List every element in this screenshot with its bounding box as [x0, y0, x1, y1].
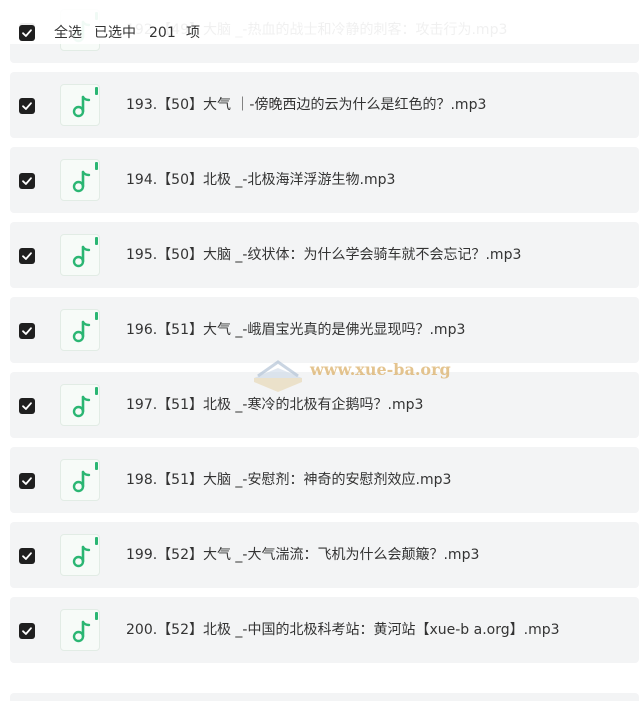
- music-file-icon: [60, 234, 100, 276]
- select-all-checkbox[interactable]: [19, 25, 35, 41]
- checkbox-checked-icon: [22, 102, 32, 110]
- music-file-icon: [60, 309, 100, 351]
- list-item[interactable]: 200.【52】北极 _-中国的北极科考站：黄河站【xue-b a.org】.m…: [10, 597, 639, 663]
- selected-suffix: 项: [186, 25, 200, 41]
- checkbox-checked-icon: [22, 177, 32, 185]
- file-name[interactable]: 193.【50】大气 ｜-傍晚西边的云为什么是红色的？.mp3: [126, 72, 486, 138]
- file-name[interactable]: 194.【50】北极 _-北极海洋浮游生物.mp3: [126, 147, 395, 213]
- selection-header: 全选 已选中 201 项: [0, 0, 639, 44]
- file-name[interactable]: 199.【52】大气 _-大气湍流：飞机为什么会颠簸？.mp3: [126, 522, 479, 588]
- music-file-icon: [60, 609, 100, 651]
- music-file-icon: [60, 459, 100, 501]
- selected-count: 201: [149, 25, 176, 41]
- file-name[interactable]: 197.【51】北极 _-寒冷的北极有企鹅吗？.mp3: [126, 372, 423, 438]
- file-checkbox[interactable]: [19, 623, 35, 639]
- music-file-icon: [60, 84, 100, 126]
- list-item-partial[interactable]: [10, 693, 639, 701]
- file-name[interactable]: 195.【50】大脑 _-纹状体：为什么学会骑车就不会忘记？.mp3: [126, 222, 521, 288]
- selected-prefix: 已选中: [94, 25, 136, 41]
- file-checkbox[interactable]: [19, 248, 35, 264]
- checkbox-checked-icon: [22, 477, 32, 485]
- file-checkbox[interactable]: [19, 173, 35, 189]
- select-all-label[interactable]: 全选: [54, 24, 82, 42]
- music-file-icon: [60, 384, 100, 426]
- list-item[interactable]: 193.【50】大气 ｜-傍晚西边的云为什么是红色的？.mp3: [10, 72, 639, 138]
- file-checkbox[interactable]: [19, 398, 35, 414]
- checkbox-checked-icon: [22, 29, 32, 37]
- checkbox-checked-icon: [22, 402, 32, 410]
- file-name[interactable]: 198.【51】大脑 _-安慰剂：神奇的安慰剂效应.mp3: [126, 447, 451, 513]
- list-item[interactable]: 194.【50】北极 _-北极海洋浮游生物.mp3: [10, 147, 639, 213]
- list-item[interactable]: 197.【51】北极 _-寒冷的北极有企鹅吗？.mp3: [10, 372, 639, 438]
- file-name[interactable]: 196.【51】大气 _-峨眉宝光真的是佛光显现吗？.mp3: [126, 297, 465, 363]
- checkbox-checked-icon: [22, 252, 32, 260]
- checkbox-checked-icon: [22, 627, 32, 635]
- music-file-icon: [60, 534, 100, 576]
- checkbox-checked-icon: [22, 552, 32, 560]
- checkbox-checked-icon: [22, 327, 32, 335]
- list-item[interactable]: 196.【51】大气 _-峨眉宝光真的是佛光显现吗？.mp3: [10, 297, 639, 363]
- list-item[interactable]: 198.【51】大脑 _-安慰剂：神奇的安慰剂效应.mp3: [10, 447, 639, 513]
- file-checkbox[interactable]: [19, 323, 35, 339]
- file-list: 200.【52】北极 _-中国的北极科考站：黄河站【xue-b a.org】.m…: [0, 0, 639, 701]
- file-name[interactable]: 200.【52】北极 _-中国的北极科考站：黄河站【xue-b a.org】.m…: [126, 597, 560, 663]
- list-item[interactable]: 199.【52】大气 _-大气湍流：飞机为什么会颠簸？.mp3: [10, 522, 639, 588]
- music-file-icon: [60, 159, 100, 201]
- file-checkbox[interactable]: [19, 548, 35, 564]
- list-item[interactable]: 195.【50】大脑 _-纹状体：为什么学会骑车就不会忘记？.mp3: [10, 222, 639, 288]
- file-checkbox[interactable]: [19, 98, 35, 114]
- file-checkbox[interactable]: [19, 473, 35, 489]
